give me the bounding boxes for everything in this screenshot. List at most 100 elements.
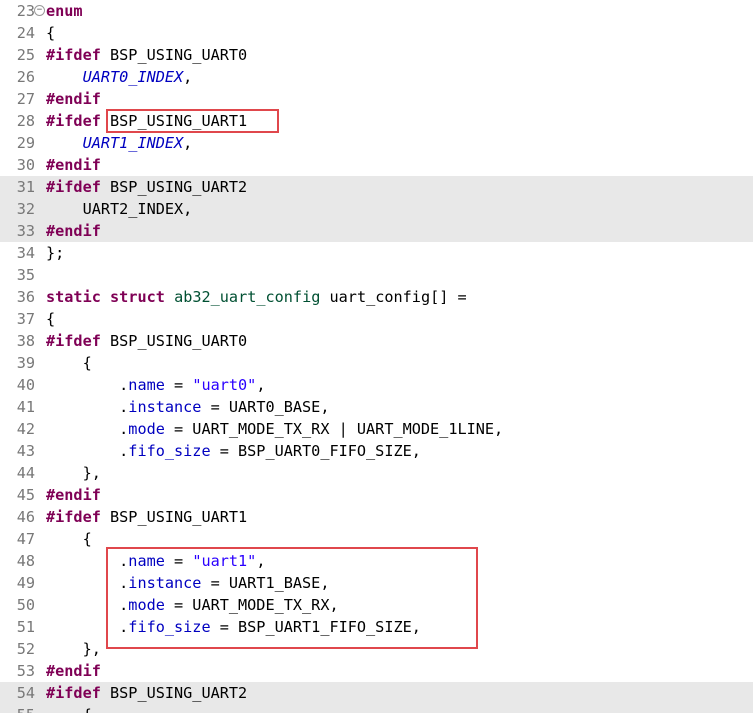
line-number: 44 — [16, 464, 35, 482]
line-number: 23 — [16, 2, 35, 20]
code-text: #ifdef BSP_USING_UART0 — [46, 44, 247, 66]
fold-collapse-icon[interactable]: − — [34, 5, 45, 16]
code-line[interactable]: 27 #endif — [0, 88, 753, 110]
code-token: UART2_INDEX, — [46, 200, 193, 218]
code-line[interactable]: 23− enum — [0, 0, 753, 22]
line-number: 24 — [16, 24, 35, 42]
code-text: .name = "uart0", — [46, 374, 265, 396]
code-line[interactable]: 37 { — [0, 308, 753, 330]
code-text: #ifdef BSP_USING_UART2 — [46, 682, 247, 704]
code-token: #endif — [46, 486, 101, 504]
code-line[interactable]: 39 { — [0, 352, 753, 374]
code-line[interactable]: 32 UART2_INDEX, — [0, 198, 753, 220]
line-number: 31 — [16, 178, 35, 196]
code-text: UART0_INDEX, — [46, 66, 193, 88]
code-line[interactable]: 54 #ifdef BSP_USING_UART2 — [0, 682, 753, 704]
code-text: #endif — [46, 660, 101, 682]
code-token: }, — [46, 640, 101, 658]
code-token: , — [256, 376, 266, 394]
code-line[interactable]: 42 .mode = UART_MODE_TX_RX | UART_MODE_1… — [0, 418, 753, 440]
code-line[interactable]: 26 UART0_INDEX, — [0, 66, 753, 88]
code-token: BSP_USING_UART1 — [100, 508, 248, 526]
code-token: { — [46, 24, 56, 42]
code-token: mode — [128, 420, 165, 438]
line-number: 33 — [16, 222, 35, 240]
code-text: #endif — [46, 154, 101, 176]
code-token: #ifdef — [46, 332, 101, 350]
code-token: { — [46, 310, 56, 328]
code-line[interactable]: 53 #endif — [0, 660, 753, 682]
line-number: 26 — [16, 68, 35, 86]
code-line[interactable]: 24 { — [0, 22, 753, 44]
code-token: struct — [110, 288, 165, 306]
code-text: enum — [46, 0, 83, 22]
code-line[interactable]: 38 #ifdef BSP_USING_UART0 — [0, 330, 753, 352]
code-text: }; — [46, 242, 64, 264]
line-number: 28 — [16, 112, 35, 130]
code-token: . — [46, 442, 129, 460]
code-line[interactable]: 55 { — [0, 704, 753, 713]
code-text: { — [46, 528, 92, 550]
line-number: 41 — [16, 398, 35, 416]
code-token: static — [46, 288, 101, 306]
code-token: { — [46, 530, 92, 548]
code-line[interactable]: 25 #ifdef BSP_USING_UART0 — [0, 44, 753, 66]
code-token: name — [128, 376, 165, 394]
code-text: #endif — [46, 484, 101, 506]
line-number: 55 — [0, 704, 35, 713]
code-line[interactable]: 30 #endif — [0, 154, 753, 176]
code-token: instance — [128, 398, 202, 416]
code-line[interactable]: 46 #ifdef BSP_USING_UART1 — [0, 506, 753, 528]
code-text: #ifdef BSP_USING_UART1 — [46, 506, 247, 528]
line-number: 38 — [16, 332, 35, 350]
code-line[interactable]: 36 static struct ab32_uart_config uart_co… — [0, 286, 753, 308]
code-token: BSP_USING_UART0 — [100, 46, 248, 64]
code-text: #endif — [46, 88, 101, 110]
line-number: 47 — [16, 530, 35, 548]
line-number: 30 — [16, 156, 35, 174]
code-token: . — [46, 398, 129, 416]
code-line[interactable]: 41 .instance = UART0_BASE, — [0, 396, 753, 418]
line-number: 35 — [16, 266, 35, 284]
code-line[interactable]: 43 .fifo_size = BSP_UART0_FIFO_SIZE, — [0, 440, 753, 462]
code-token: = BSP_UART0_FIFO_SIZE, — [210, 442, 421, 460]
code-token: #ifdef — [46, 684, 101, 702]
line-number: 51 — [16, 618, 35, 636]
line-number: 50 — [16, 596, 35, 614]
code-token: ab32_uart_config — [174, 288, 321, 306]
code-token: { — [46, 354, 92, 372]
line-number: 40 — [16, 376, 35, 394]
code-token: #endif — [46, 156, 101, 174]
code-line[interactable]: 34}; — [0, 242, 753, 264]
code-line[interactable]: 31 #ifdef BSP_USING_UART2 — [0, 176, 753, 198]
code-text: .instance = UART0_BASE, — [46, 396, 329, 418]
code-token: , — [183, 134, 193, 152]
code-token: "uart0" — [192, 376, 257, 394]
code-line[interactable]: 40 .name = "uart0", — [0, 374, 753, 396]
code-line[interactable]: 45 #endif — [0, 484, 753, 506]
line-number: 52 — [16, 640, 35, 658]
highlight-box-uart1-macro — [106, 109, 279, 133]
code-token: #ifdef — [46, 112, 101, 130]
code-line[interactable]: 44 }, — [0, 462, 753, 484]
code-editor[interactable]: 23− enum 24{25 #ifdef BSP_USING_UART0 26 UAR… — [0, 0, 753, 713]
code-text: { — [46, 352, 92, 374]
code-token: #endif — [46, 662, 101, 680]
line-number: 46 — [16, 508, 35, 526]
code-line[interactable]: 33 #endif — [0, 220, 753, 242]
line-number: 49 — [16, 574, 35, 592]
code-token: #ifdef — [46, 46, 101, 64]
code-token: BSP_USING_UART0 — [100, 332, 248, 350]
line-number: 42 — [16, 420, 35, 438]
code-text: UART2_INDEX, — [46, 198, 193, 220]
code-token: UART0_INDEX — [82, 68, 184, 86]
code-token: = UART_MODE_TX_RX | UART_MODE_1LINE, — [164, 420, 504, 438]
code-token: BSP_USING_UART2 — [100, 178, 248, 196]
line-number: 43 — [16, 442, 35, 460]
line-number: 45 — [16, 486, 35, 504]
code-line[interactable]: 35 — [0, 264, 753, 286]
code-line[interactable]: 29 UART1_INDEX, — [0, 132, 753, 154]
code-text: }, — [46, 462, 101, 484]
code-token: UART1_INDEX — [82, 134, 184, 152]
